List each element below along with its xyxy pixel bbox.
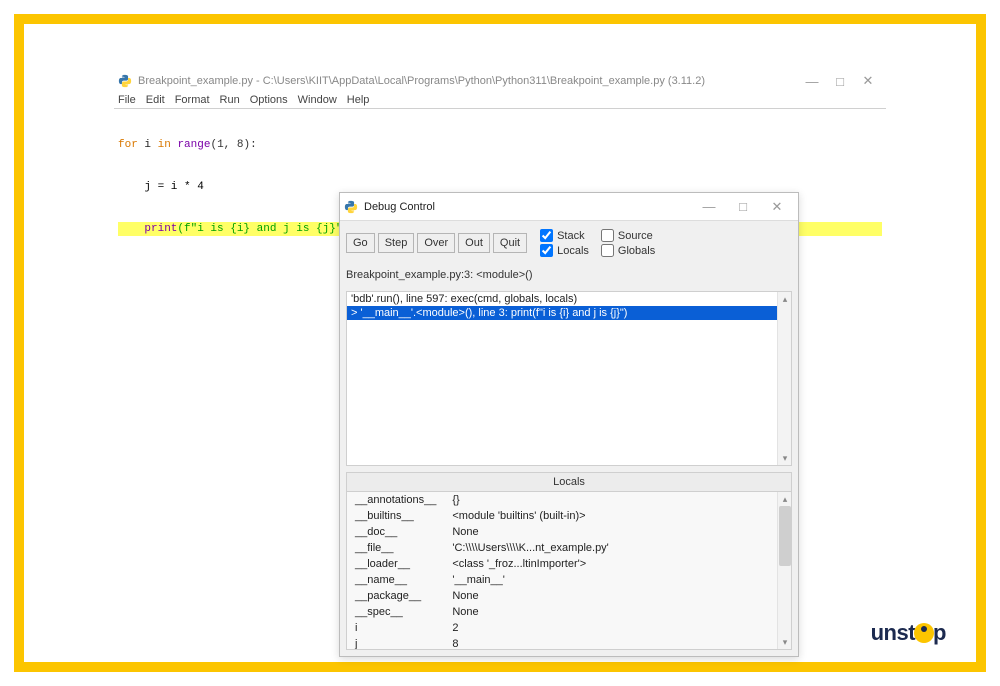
locals-value: <class '_froz...ltinImporter'> — [444, 556, 777, 572]
locals-scrollbar[interactable]: ▴ ▾ — [777, 492, 791, 649]
globals-checkbox[interactable]: Globals — [601, 244, 655, 257]
menu-window[interactable]: Window — [298, 94, 337, 106]
menu-file[interactable]: File — [118, 94, 136, 106]
locals-value: None — [444, 604, 777, 620]
debug-window: Debug Control — □ ✕ Go Step Over Out Qui… — [339, 192, 799, 657]
locals-row[interactable]: __file__'C:\\\\Users\\\\K...nt_example.p… — [347, 540, 777, 556]
menu-run[interactable]: Run — [220, 94, 240, 106]
out-button[interactable]: Out — [458, 233, 490, 253]
scroll-up-icon[interactable]: ▴ — [778, 492, 792, 506]
minimize-button[interactable]: — — [798, 74, 826, 89]
locals-row[interactable]: __spec__None — [347, 604, 777, 620]
scroll-up-icon[interactable]: ▴ — [778, 292, 792, 306]
locals-key: j — [347, 636, 444, 650]
locals-key: __builtins__ — [347, 508, 444, 524]
close-button[interactable]: ✕ — [854, 73, 882, 89]
locals-header: Locals — [346, 472, 792, 491]
stack-scrollbar[interactable]: ▴ ▾ — [777, 292, 791, 465]
editor-menubar: File Edit Format Run Options Window Help — [114, 92, 886, 109]
locals-key: __annotations__ — [347, 492, 444, 508]
debug-titlebar: Debug Control — □ ✕ — [340, 193, 798, 221]
source-checkbox[interactable]: Source — [601, 229, 655, 242]
stack-panel: 'bdb'.run(), line 597: exec(cmd, globals… — [346, 291, 792, 466]
locals-key: __package__ — [347, 588, 444, 604]
debug-status: Breakpoint_example.py:3: <module>() — [340, 263, 798, 285]
locals-value: 8 — [444, 636, 777, 650]
locals-key: __name__ — [347, 572, 444, 588]
step-button[interactable]: Step — [378, 233, 415, 253]
locals-panel: __annotations__{}__builtins__<module 'bu… — [346, 491, 792, 650]
debug-title: Debug Control — [364, 201, 692, 213]
python-icon — [344, 200, 358, 214]
go-button[interactable]: Go — [346, 233, 375, 253]
debug-close-button[interactable]: ✕ — [760, 199, 794, 215]
locals-value: <module 'builtins' (built-in)> — [444, 508, 777, 524]
stack-checkbox[interactable]: Stack — [540, 229, 589, 242]
locals-value: None — [444, 524, 777, 540]
locals-value: 2 — [444, 620, 777, 636]
python-icon — [118, 74, 132, 88]
locals-key: __spec__ — [347, 604, 444, 620]
over-button[interactable]: Over — [417, 233, 455, 253]
stack-row-selected[interactable]: > '__main__'.<module>(), line 3: print(f… — [347, 306, 791, 320]
locals-key: __loader__ — [347, 556, 444, 572]
unstop-logo: unstp — [871, 620, 946, 646]
locals-row[interactable]: __builtins__<module 'builtins' (built-in… — [347, 508, 777, 524]
debug-toolbar: Go Step Over Out Quit Stack Source Local… — [340, 221, 798, 263]
locals-row[interactable]: __doc__None — [347, 524, 777, 540]
locals-row[interactable]: __name__'__main__' — [347, 572, 777, 588]
quit-button[interactable]: Quit — [493, 233, 527, 253]
menu-help[interactable]: Help — [347, 94, 370, 106]
editor-title: Breakpoint_example.py - C:\Users\KIIT\Ap… — [138, 75, 798, 87]
locals-key: i — [347, 620, 444, 636]
locals-value: '__main__' — [444, 572, 777, 588]
locals-value: {} — [444, 492, 777, 508]
locals-key: __file__ — [347, 540, 444, 556]
locals-key: __doc__ — [347, 524, 444, 540]
menu-edit[interactable]: Edit — [146, 94, 165, 106]
scroll-down-icon[interactable]: ▾ — [778, 635, 792, 649]
debug-minimize-button[interactable]: — — [692, 199, 726, 214]
scroll-down-icon[interactable]: ▾ — [778, 451, 792, 465]
menu-format[interactable]: Format — [175, 94, 210, 106]
locals-row[interactable]: __package__None — [347, 588, 777, 604]
locals-row[interactable]: __loader__<class '_froz...ltinImporter'> — [347, 556, 777, 572]
locals-row[interactable]: j8 — [347, 636, 777, 650]
locals-checkbox[interactable]: Locals — [540, 244, 589, 257]
locals-value: 'C:\\\\Users\\\\K...nt_example.py' — [444, 540, 777, 556]
locals-row[interactable]: __annotations__{} — [347, 492, 777, 508]
maximize-button[interactable]: □ — [826, 74, 854, 89]
scroll-thumb[interactable] — [779, 506, 791, 566]
editor-titlebar: Breakpoint_example.py - C:\Users\KIIT\Ap… — [114, 70, 886, 92]
locals-row[interactable]: i2 — [347, 620, 777, 636]
debug-maximize-button[interactable]: □ — [726, 199, 760, 214]
menu-options[interactable]: Options — [250, 94, 288, 106]
locals-value: None — [444, 588, 777, 604]
stack-row[interactable]: 'bdb'.run(), line 597: exec(cmd, globals… — [347, 292, 791, 306]
